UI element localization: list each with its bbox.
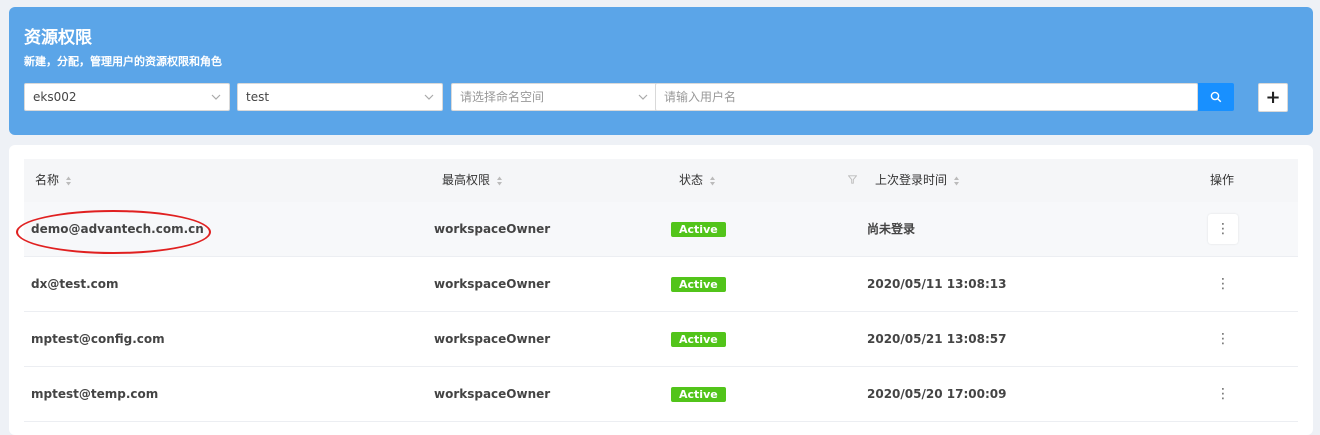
table-row[interactable]: dx@test.com workspaceOwner Active 2020/0…: [24, 257, 1298, 312]
table-row[interactable]: demo@advantech.com.cn workspaceOwner Act…: [24, 202, 1298, 257]
column-header-status[interactable]: 状态: [679, 159, 716, 202]
sort-icon: [710, 176, 716, 185]
status-badge: Active: [671, 222, 726, 237]
last-login-time: 2020/05/11 13:08:13: [867, 277, 1007, 291]
status-badge: Active: [671, 277, 726, 292]
status-badge: Active: [671, 387, 726, 402]
last-login-time: 尚未登录: [867, 222, 916, 236]
workspace-select[interactable]: test: [237, 83, 443, 111]
sort-icon: [497, 176, 503, 185]
row-actions-button[interactable]: ⋮: [1208, 214, 1238, 244]
user-name: demo@advantech.com.cn: [31, 222, 204, 236]
user-name: mptest@config.com: [31, 332, 165, 346]
more-vertical-icon: ⋮: [1216, 331, 1230, 347]
row-actions-button[interactable]: ⋮: [1208, 269, 1238, 299]
more-vertical-icon: ⋮: [1216, 221, 1230, 237]
chevron-down-icon: [211, 94, 221, 100]
username-search-input[interactable]: 请输入用户名: [655, 83, 1198, 111]
sort-icon: [66, 176, 72, 185]
table-header: 名称 最高权限 状态 上次登录时间 操作: [24, 159, 1298, 203]
more-vertical-icon: ⋮: [1216, 276, 1230, 292]
user-name: mptest@temp.com: [31, 387, 159, 401]
user-role: workspaceOwner: [434, 222, 551, 236]
row-actions-button[interactable]: ⋮: [1208, 324, 1238, 354]
search-button[interactable]: [1198, 83, 1234, 111]
namespace-select-placeholder: 请选择命名空间: [460, 90, 545, 104]
search-placeholder: 请输入用户名: [664, 90, 737, 104]
column-header-actions: 操作: [1210, 173, 1235, 187]
sort-icon: [954, 176, 960, 185]
page-subtitle: 新建，分配，管理用户的资源权限和角色: [24, 55, 222, 68]
add-user-button[interactable]: +: [1258, 83, 1288, 112]
user-role: workspaceOwner: [434, 277, 551, 291]
column-header-last-login[interactable]: 上次登录时间: [875, 159, 960, 202]
more-vertical-icon: ⋮: [1216, 386, 1230, 402]
page-header-banner: 资源权限 新建，分配，管理用户的资源权限和角色: [9, 7, 1313, 135]
filter-icon[interactable]: [848, 175, 857, 184]
chevron-down-icon: [638, 94, 648, 100]
cluster-select-value: eks002: [33, 90, 77, 104]
search-icon: [1210, 91, 1222, 103]
cluster-select[interactable]: eks002: [24, 83, 230, 111]
user-name: dx@test.com: [31, 277, 119, 291]
permissions-table-card: 名称 最高权限 状态 上次登录时间 操作 demo@advantech.com.…: [9, 145, 1313, 435]
status-badge: Active: [671, 332, 726, 347]
user-role: workspaceOwner: [434, 332, 551, 346]
workspace-select-value: test: [246, 90, 270, 104]
plus-icon: +: [1265, 87, 1281, 108]
column-header-role[interactable]: 最高权限: [442, 159, 503, 202]
user-role: workspaceOwner: [434, 387, 551, 401]
last-login-time: 2020/05/20 17:00:09: [867, 387, 1007, 401]
table-row[interactable]: mptest@config.com workspaceOwner Active …: [24, 312, 1298, 367]
table-row[interactable]: mptest@temp.com workspaceOwner Active 20…: [24, 367, 1298, 422]
namespace-select[interactable]: 请选择命名空间: [451, 83, 657, 111]
column-header-name[interactable]: 名称: [35, 159, 72, 202]
row-actions-button[interactable]: ⋮: [1208, 379, 1238, 409]
chevron-down-icon: [424, 94, 434, 100]
page-title: 资源权限: [24, 28, 92, 48]
last-login-time: 2020/05/21 13:08:57: [867, 332, 1007, 346]
